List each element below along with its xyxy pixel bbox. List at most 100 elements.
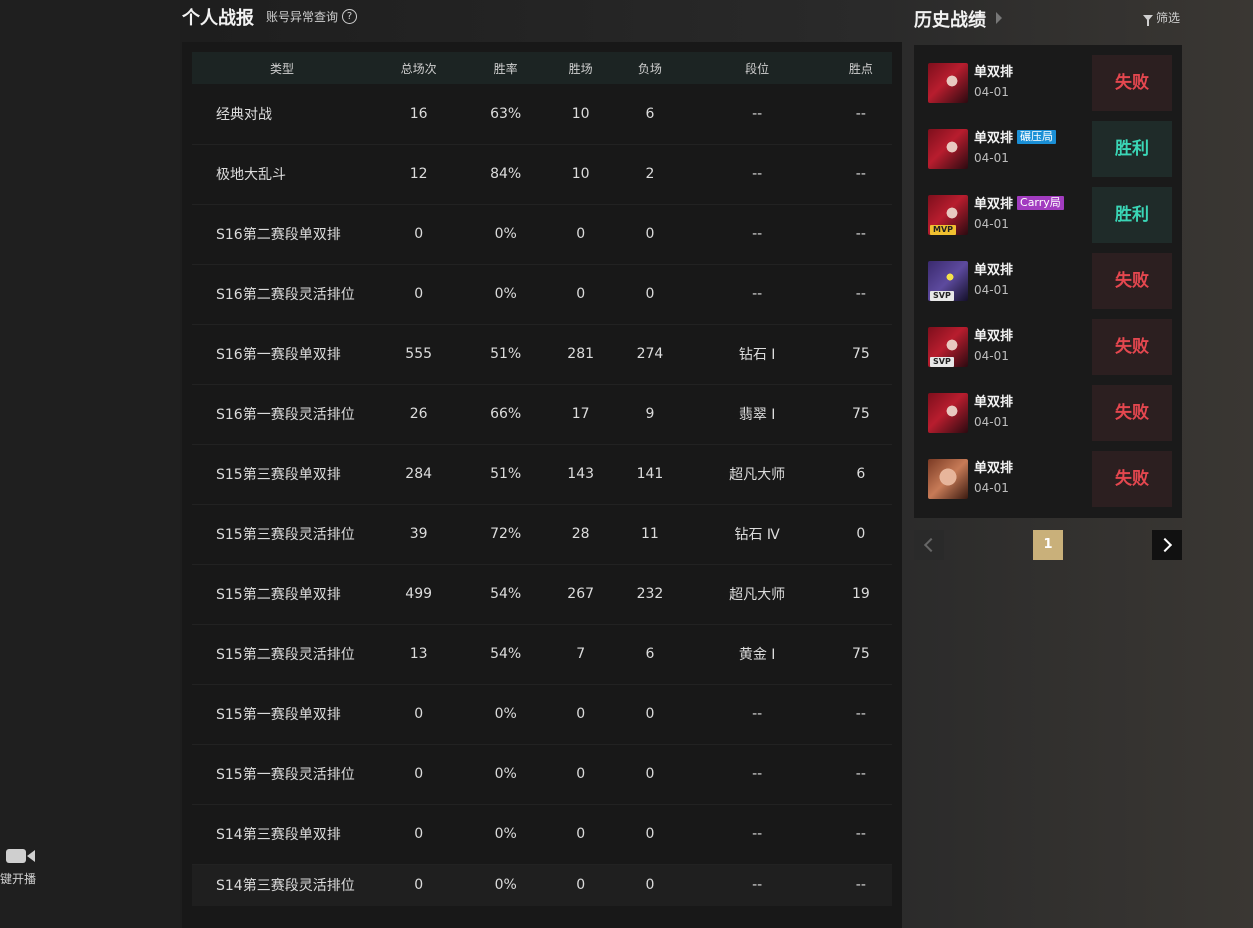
- table-cell: 6: [645, 646, 655, 662]
- chevron-right-icon: [1157, 537, 1173, 553]
- table-cell: 6: [645, 105, 655, 122]
- table-cell: 0: [414, 766, 424, 782]
- table-row: S15第三赛段灵活排位 39 72% 28 11 钻石 Ⅳ 0: [192, 504, 892, 564]
- table-cell: 0: [645, 286, 655, 302]
- table-cell: --: [855, 877, 866, 894]
- table-cell: 经典对战: [216, 106, 272, 123]
- table-cell: 28: [571, 526, 590, 542]
- prev-page-button[interactable]: [914, 530, 944, 560]
- table-cell: 0%: [494, 286, 517, 302]
- table-cell: --: [752, 226, 763, 242]
- match-mode-label: 单双排: [974, 461, 1014, 476]
- table-row: S15第一赛段单双排 0 0% 0 0 -- --: [192, 684, 892, 744]
- match-date: 04-01: [974, 349, 1009, 363]
- table-cell: --: [855, 826, 866, 842]
- table-cell: --: [855, 166, 866, 182]
- table-cell: 0%: [494, 766, 517, 782]
- match-date: 04-01: [974, 85, 1009, 99]
- table-cell: 0: [576, 706, 586, 722]
- table-cell: 141: [636, 466, 664, 482]
- next-page-button[interactable]: [1152, 530, 1182, 560]
- table-cell: 0: [645, 226, 655, 242]
- table-cell: 2: [645, 166, 655, 182]
- match-item[interactable]: SVP 单双排 04-01 失败: [928, 319, 1172, 375]
- match-mode: 单双排: [974, 391, 1013, 410]
- history-arrow-icon[interactable]: [996, 12, 1002, 24]
- table-cell: --: [752, 877, 763, 894]
- match-mode-label: 单双排: [974, 263, 1014, 278]
- table-cell: 10: [571, 166, 590, 182]
- page-number-button[interactable]: 1: [1033, 530, 1063, 560]
- table-cell: 54%: [490, 586, 522, 602]
- table-cell: 66%: [490, 406, 522, 422]
- column-header: 类型: [269, 61, 294, 76]
- table-cell: 0: [576, 286, 586, 302]
- table-cell: 0: [576, 877, 586, 894]
- table-cell: S14第三赛段灵活排位: [216, 878, 355, 895]
- table-row: S16第一赛段单双排 555 51% 281 274 钻石 Ⅰ 75: [192, 324, 892, 384]
- table-cell: 0%: [494, 706, 517, 722]
- match-mode: 单双排 碾压局: [974, 127, 1057, 146]
- table-cell: --: [855, 226, 866, 242]
- table-cell: 0: [645, 766, 655, 782]
- filter-label: 筛选: [1156, 11, 1181, 25]
- table-cell: 232: [636, 586, 664, 602]
- table-cell: 267: [567, 586, 595, 602]
- table-cell: 7: [576, 646, 586, 662]
- match-result: 失败: [1092, 55, 1172, 111]
- history-title[interactable]: 历史战绩: [914, 6, 986, 32]
- match-item[interactable]: MVP 单双排 Carry局 04-01 胜利: [928, 187, 1172, 243]
- match-result: 失败: [1092, 319, 1172, 375]
- match-date: 04-01: [974, 151, 1009, 165]
- match-mode-label: 单双排: [974, 395, 1014, 410]
- table-cell: --: [752, 766, 763, 782]
- column-header: 段位: [745, 61, 770, 76]
- champion-avatar: MVP: [928, 195, 968, 235]
- table-row: S15第二赛段单双排 499 54% 267 232 超凡大师 19: [192, 564, 892, 624]
- match-item[interactable]: SVP 单双排 04-01 失败: [928, 253, 1172, 309]
- match-item[interactable]: 单双排 04-01 失败: [928, 451, 1172, 507]
- match-result: 失败: [1092, 385, 1172, 441]
- match-item[interactable]: 单双排 04-01 失败: [928, 55, 1172, 111]
- table-cell: 72%: [490, 526, 522, 542]
- table-cell: S16第一赛段灵活排位: [216, 407, 355, 423]
- go-live-button[interactable]: 键开播: [0, 846, 48, 887]
- table-cell: 10: [571, 105, 590, 122]
- stats-table: 类型 总场次 胜率 胜场 负场 段位 胜点 经典对战 16 63% 10 6 -- -- 极地大乱斗 12 8…: [192, 52, 892, 906]
- match-item[interactable]: 单双排 04-01 失败: [928, 385, 1172, 441]
- filter-button[interactable]: 筛选: [1143, 9, 1180, 26]
- match-mode-label: 单双排: [974, 197, 1014, 212]
- help-icon[interactable]: ?: [342, 9, 358, 24]
- match-result: 失败: [1092, 253, 1172, 309]
- abnormal-account-link[interactable]: 账号异常查询 ?: [266, 8, 358, 25]
- table-row: S15第三赛段单双排 284 51% 143 141 超凡大师 6: [192, 444, 892, 504]
- match-mode: 单双排: [974, 61, 1013, 80]
- table-cell: S14第三赛段单双排: [216, 827, 341, 843]
- table-cell: --: [752, 166, 763, 182]
- table-cell: 555: [405, 346, 433, 362]
- match-date: 04-01: [974, 283, 1009, 297]
- match-mode: 单双排: [974, 457, 1013, 476]
- column-header: 负场: [637, 61, 662, 76]
- table-cell: --: [855, 766, 866, 782]
- history-panel: 单双排 04-01 失败 单双排 碾压局 04-01 胜利 MVP 单双排 Carry局 04-01…: [914, 45, 1182, 518]
- table-cell: 0: [645, 826, 655, 842]
- champion-avatar: SVP: [928, 261, 968, 301]
- table-cell: 51%: [490, 466, 522, 482]
- column-header: 胜场: [568, 61, 593, 76]
- table-cell: 0: [645, 706, 655, 722]
- match-item[interactable]: 单双排 碾压局 04-01 胜利: [928, 121, 1172, 177]
- table-cell: 钻石 Ⅰ: [738, 347, 776, 363]
- column-header: 胜率: [493, 61, 518, 76]
- champion-avatar: [928, 63, 968, 103]
- table-cell: S15第一赛段单双排: [216, 707, 341, 723]
- table-row: S16第一赛段灵活排位 26 66% 17 9 翡翠 Ⅰ 75: [192, 384, 892, 444]
- match-date: 04-01: [974, 481, 1009, 495]
- go-live-label: 键开播: [0, 872, 37, 886]
- table-row: S15第二赛段灵活排位 13 54% 7 6 黄金 Ⅰ 75: [192, 624, 892, 684]
- chevron-left-icon: [923, 537, 939, 553]
- table-cell: 6: [856, 466, 866, 482]
- match-result: 胜利: [1092, 187, 1172, 243]
- table-cell: 11: [641, 526, 659, 542]
- table-cell: 17: [571, 406, 590, 422]
